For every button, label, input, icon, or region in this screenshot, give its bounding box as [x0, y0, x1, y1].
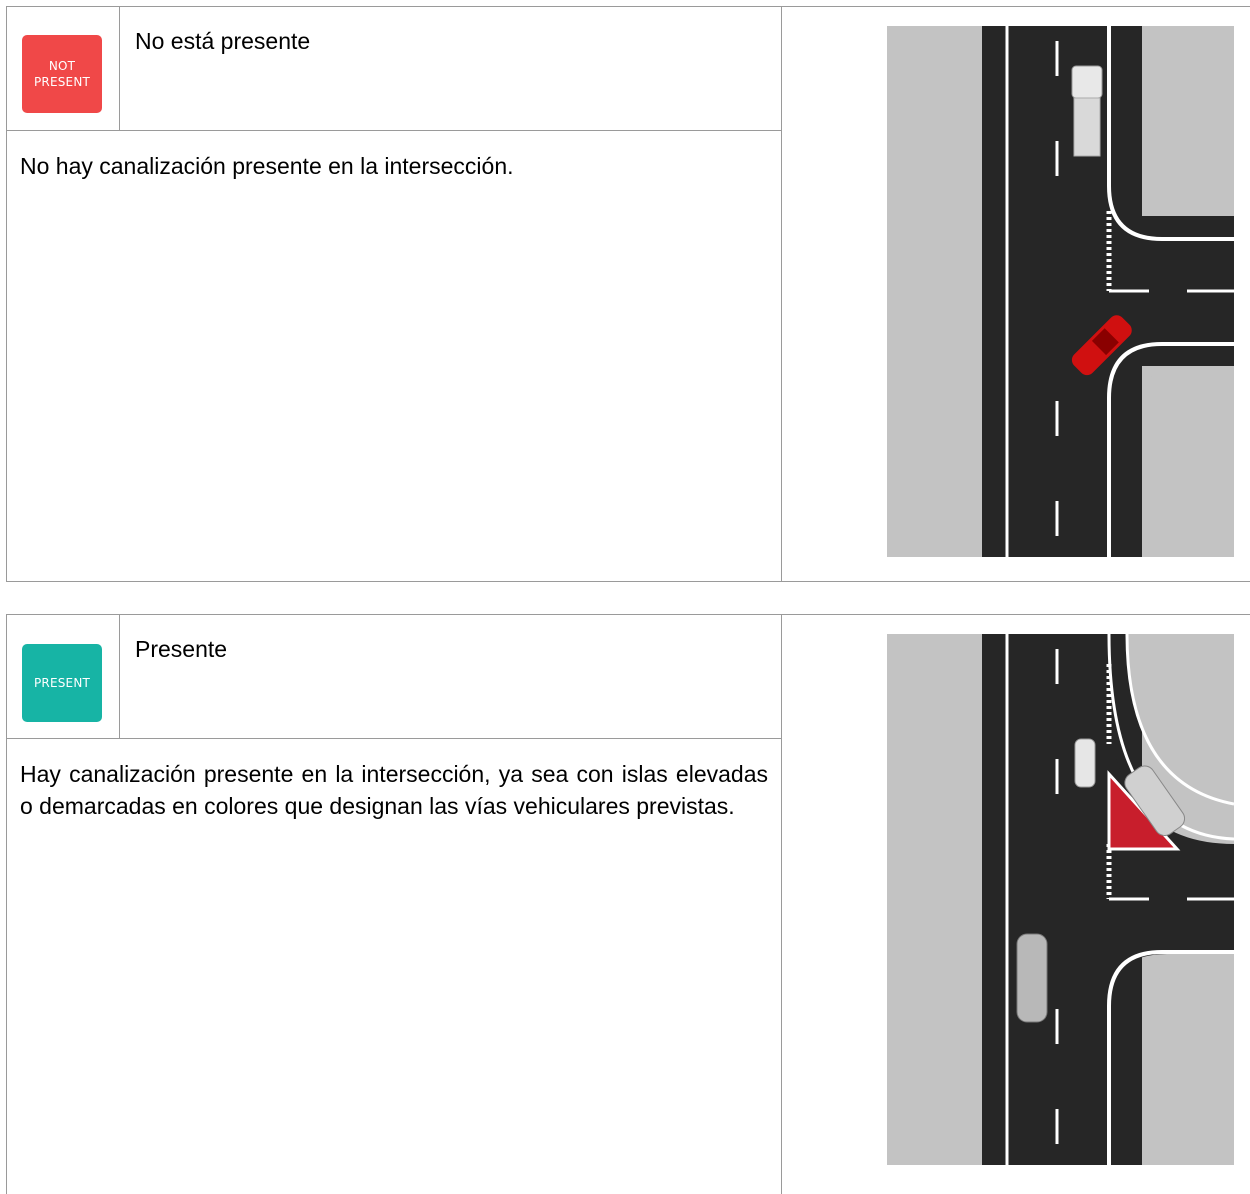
card-title: No está presente [135, 28, 311, 54]
truck-icon [1071, 65, 1103, 157]
car-icon [1074, 738, 1096, 788]
car-icon [1016, 933, 1048, 1023]
card-title: Presente [135, 636, 228, 662]
road-diagram-icon [887, 26, 1234, 557]
present-badge-icon: PRESENT [22, 644, 102, 722]
attribute-card-not-present: NOT PRESENT No está presente No hay cana… [6, 6, 1250, 582]
card-header: PRESENT Presente [7, 615, 781, 739]
card-description: Hay canalización presente en la intersec… [20, 761, 768, 819]
card-header: NOT PRESENT No está presente [7, 7, 781, 131]
badge-cell: PRESENT [7, 615, 120, 738]
badge-line-1: NOT [48, 59, 76, 73]
badge-line-2: PRESENT [33, 75, 91, 89]
badge-line-1: PRESENT [33, 676, 91, 690]
badge-cell: NOT PRESENT [7, 7, 120, 130]
not-present-badge-icon: NOT PRESENT [22, 35, 102, 113]
attribute-card-present: PRESENT Presente Hay canalización presen… [6, 614, 1250, 1194]
intersection-illustration [887, 26, 1234, 562]
road-diagram-icon [887, 633, 1235, 1165]
card-description: No hay canalización presente en la inter… [20, 153, 514, 179]
text-column: PRESENT Presente Hay canalización presen… [7, 615, 782, 1194]
text-column: NOT PRESENT No está presente No hay cana… [7, 7, 782, 581]
intersection-illustration [887, 633, 1235, 1170]
